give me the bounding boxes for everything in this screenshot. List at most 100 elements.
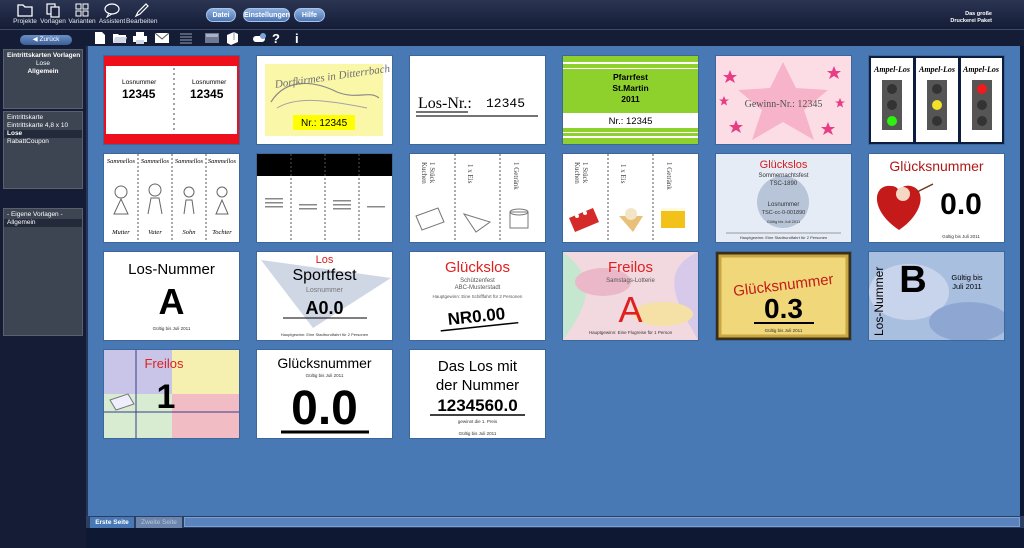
- info-icon[interactable]: i: [290, 31, 306, 45]
- template-title: Los-Nummer: [128, 261, 215, 278]
- template-title: Glücksnummer: [889, 158, 983, 174]
- image-icon[interactable]: [204, 31, 220, 45]
- variants-button[interactable]: Varianten: [67, 2, 97, 28]
- ticket-label: Ampel-Los: [918, 65, 955, 74]
- category-item-selected[interactable]: Lose: [4, 130, 82, 138]
- category-item[interactable]: RabattCoupon: [4, 138, 82, 146]
- brand-logo: Das große Druckerei Paket: [950, 11, 992, 24]
- template-card-los-nr[interactable]: Los-Nr.: 12345: [410, 56, 545, 144]
- template-card-schuetzenfest[interactable]: Glückslos Schützenfest ABC-Musterstadt H…: [410, 252, 545, 340]
- valid-until: Gültig bis Juli 2011: [459, 431, 497, 436]
- template-preview: Sammellos Sammellos Sammellos Sammellos …: [107, 154, 237, 242]
- list-icon[interactable]: [178, 31, 194, 45]
- ticket-letter: A: [618, 289, 642, 330]
- template-card-kuchen-eis-color[interactable]: 1 Stück Kuchen 1 x Eis 1 Getränk: [563, 154, 698, 242]
- ticket-number: 12345: [190, 87, 224, 101]
- template-title: Sportfest: [292, 267, 357, 284]
- template-preview: Los-Nummer A Gültig bis Juli 2011: [128, 261, 215, 331]
- place-name: ABC-Musterstadt: [455, 285, 501, 291]
- los-label: Los: [316, 254, 334, 266]
- template-card-pfarrfest[interactable]: Pfarrfest St.Martin 2011 Nr.: 12345: [563, 56, 698, 144]
- new-document-icon[interactable]: [92, 31, 108, 45]
- prize-text: Hauptgewinn: Eine Flugreise für 1 Person: [589, 330, 673, 335]
- 3d-box-icon[interactable]: [224, 31, 240, 45]
- ticket-name: Vater: [148, 229, 162, 236]
- back-button[interactable]: ◀ Zurück: [20, 35, 72, 45]
- template-card-los-nummer-a[interactable]: Los-Nummer A Gültig bis Juli 2011: [104, 252, 239, 340]
- template-title: Freilos: [144, 356, 184, 371]
- event-name: Schützenfest: [460, 278, 495, 284]
- voucher-label: 1 Getränk: [512, 162, 520, 190]
- template-card-ampel-los[interactable]: Ampel-Los Ampel-Los Ampel-Los: [869, 56, 1004, 144]
- speech-bubble-icon: [104, 3, 120, 18]
- own-template-item[interactable]: Allgemein: [4, 219, 82, 227]
- templates-button[interactable]: Vorlagen: [38, 2, 68, 28]
- prize-text: Hauptgewinn: Eine Stadtrundfahrt für 2 P…: [740, 235, 827, 240]
- valid-until: Juli 2011: [952, 282, 981, 291]
- template-card-gluecksnummer-parchment[interactable]: Glücksnummer 0.3 Gültig bis Juli 2011: [716, 252, 851, 340]
- own-templates-panel: - Eigene Vorlagen - Allgemein: [3, 208, 83, 336]
- template-card-das-los-mit-der-nummer[interactable]: Das Los mit der Nummer 1234560.0 gewinnt…: [410, 350, 545, 438]
- ticket-label: Sammellos: [175, 158, 204, 165]
- template-preview: Glücksnummer Gültig bis Juli 2011 0.0: [277, 355, 371, 435]
- settings-menu[interactable]: Einstellungen: [243, 8, 290, 22]
- assistant-button[interactable]: Assistent: [97, 2, 127, 28]
- printer-icon[interactable]: [132, 31, 148, 45]
- ticket-number: 0.0: [291, 382, 358, 435]
- category-item[interactable]: Eintrittskarte 4,8 x 10: [4, 122, 82, 130]
- template-card-freilos-grid[interactable]: Freilos 1: [104, 350, 239, 438]
- edit-button[interactable]: Bearbeiten: [126, 2, 157, 28]
- template-preview: Glücksnummer 0.3 Gültig bis Juli 2011: [718, 254, 849, 338]
- projects-button[interactable]: Projekte: [10, 2, 40, 28]
- template-card-kuchen-eis[interactable]: 1 Stück Kuchen 1 x Eis 1 Getränk: [410, 154, 545, 242]
- template-card-gluecksnummer-heart[interactable]: Glücksnummer 0.0 Gültig bis Juli 2011: [869, 154, 1004, 242]
- template-title: Das Los mit: [438, 358, 518, 375]
- documents-icon: [46, 3, 60, 18]
- template-card-sportfest[interactable]: Los Sportfest Losnummer A0.0 Hauptgewinn…: [257, 252, 392, 340]
- event-name: Sommernachtsfest: [758, 173, 808, 179]
- ticket-label: Ampel-Los: [962, 65, 999, 74]
- back-label: Zurück: [39, 36, 60, 43]
- nav-item-allgemein[interactable]: Allgemein: [4, 68, 82, 76]
- template-card-losnummer-red[interactable]: Losnummer 12345 Losnummer 12345: [104, 56, 239, 144]
- file-menu[interactable]: Datei: [206, 8, 236, 22]
- template-card-sammellos[interactable]: Sammellos Sammellos Sammellos Sammellos …: [104, 154, 239, 242]
- template-card-dorfkirmes[interactable]: Dorfkirmes in Ditterrbach Nr.: 12345: [257, 56, 392, 144]
- template-card-black-strip[interactable]: [257, 154, 392, 242]
- valid-until: Gültig bis Juli 2011: [942, 234, 980, 239]
- tab-second-page[interactable]: Zweite Seite: [136, 517, 182, 528]
- help-icon[interactable]: ?: [269, 31, 285, 45]
- nav-item-lose[interactable]: Lose: [4, 60, 82, 68]
- template-card-los-nummer-b[interactable]: Los-Nummer B Gültig bis Juli 2011: [869, 252, 1004, 340]
- template-card-gluecksnummer-big[interactable]: Glücksnummer Gültig bis Juli 2011 0.0: [257, 350, 392, 438]
- ticket-number: Nr.: 12345: [301, 118, 348, 129]
- template-card-gewinn-nr[interactable]: Gewinn-Nr.: 12345: [716, 56, 851, 144]
- email-icon[interactable]: [154, 31, 170, 45]
- ticket-label: Losnummer: [306, 287, 344, 294]
- svg-text:i: i: [295, 31, 299, 45]
- main-toolbar: Projekte Vorlagen Varianten Assistent Be…: [0, 0, 1024, 30]
- template-preview: Dorfkirmes in Ditterrbach Nr.: 12345: [265, 63, 391, 136]
- tab-first-page[interactable]: Erste Seite: [90, 517, 134, 528]
- template-title: der Nummer: [436, 377, 519, 394]
- template-preview: Los Sportfest Losnummer A0.0 Hauptgewinn…: [257, 252, 392, 340]
- help-menu[interactable]: Hilfe: [294, 8, 325, 22]
- template-preview: Glücksnummer 0.0 Gültig bis Juli 2011: [876, 158, 984, 239]
- voucher-label: 1 Getränk: [665, 162, 673, 190]
- open-folder-icon[interactable]: [112, 31, 128, 45]
- template-preview: Los-Nummer B Gültig bis Juli 2011: [869, 259, 1004, 340]
- ticket-label: Losnummer: [768, 202, 800, 208]
- ticket-label: Los-Nummer: [872, 267, 886, 336]
- toggle-icon[interactable]: [252, 31, 268, 45]
- ticket-number: 0.0: [940, 188, 982, 221]
- projects-label: Projekte: [13, 18, 37, 25]
- template-card-sommernachtsfest[interactable]: Glückslos Sommernachtsfest TSC-1890 Losn…: [716, 154, 851, 242]
- template-nav-panel: Eintrittskarten Vorlagen Lose Allgemein: [3, 49, 83, 109]
- template-title: Glückslos: [760, 159, 808, 171]
- folder-icon: [17, 4, 33, 17]
- category-item[interactable]: Eintrittskarte: [4, 114, 82, 122]
- svg-text:?: ?: [272, 31, 280, 45]
- template-title: Glücksnummer: [277, 355, 371, 371]
- template-preview: Freilos Samstags-Lotterie A Hauptgewinn:…: [563, 252, 698, 340]
- template-card-freilos-samstag[interactable]: Freilos Samstags-Lotterie A Hauptgewinn:…: [563, 252, 698, 340]
